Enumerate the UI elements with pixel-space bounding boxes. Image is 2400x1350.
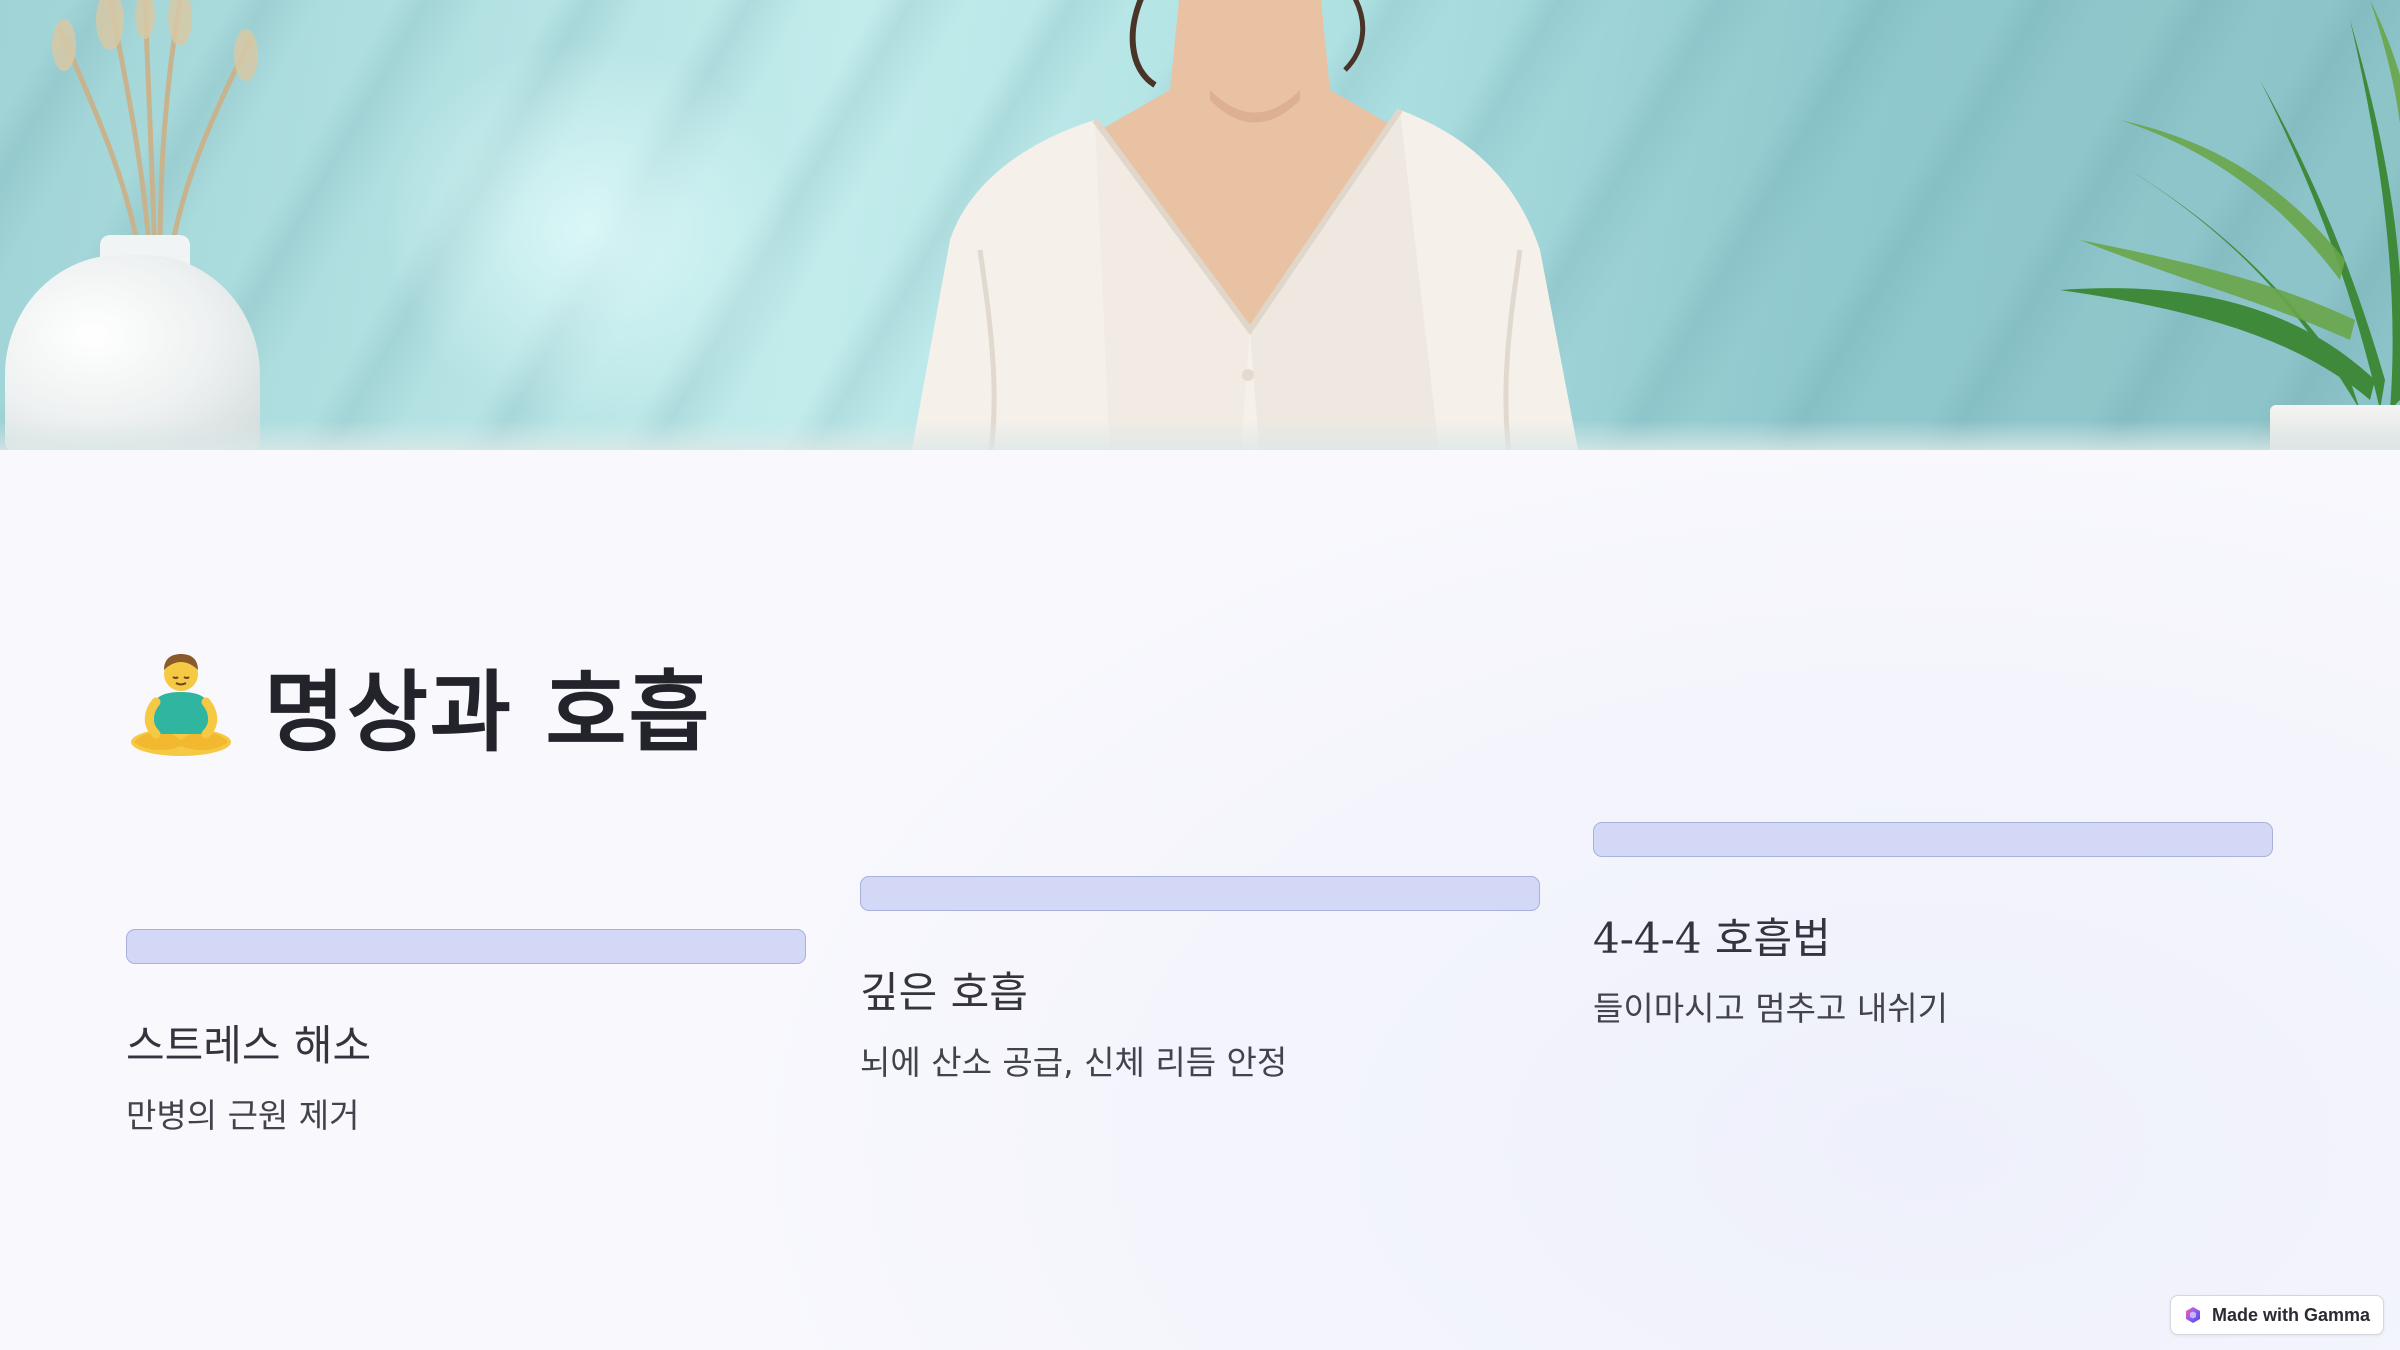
made-with-gamma-badge[interactable]: Made with Gamma	[2170, 1295, 2384, 1335]
slide-heading: 명상과 호흡	[126, 640, 711, 770]
wall-light	[380, 40, 800, 420]
hero-photo	[0, 0, 2400, 450]
step-description: 만병의 근원 제거	[126, 1096, 360, 1135]
step-card-deep-breathing: 깊은 호흡 뇌에 산소 공급, 신체 리듬 안정	[860, 876, 1540, 1085]
step-title: 깊은 호흡	[860, 968, 1028, 1017]
step-card-stress-relief: 스트레스 해소 만병의 근원 제거	[126, 929, 806, 1138]
meditating-woman	[911, 0, 1579, 450]
dried-flowers	[52, 0, 258, 260]
step-description: 들이마시고 멈추고 내쉬기	[1593, 989, 1948, 1028]
step-title: 4-4-4 호흡법	[1593, 914, 1831, 963]
step-bar	[1593, 822, 2273, 857]
step-card-444-breathing: 4-4-4 호흡법 들이마시고 멈추고 내쉬기	[1593, 822, 2273, 1031]
page-title: 명상과 호흡	[264, 659, 712, 764]
palm-plant	[2060, 0, 2400, 410]
step-bar	[860, 876, 1540, 911]
badge-label: Made with Gamma	[2211, 1304, 2371, 1325]
step-description: 뇌에 산소 공급, 신체 리듬 안정	[860, 1043, 1288, 1082]
floor-line	[0, 420, 2400, 450]
step-title: 스트레스 해소	[126, 1021, 372, 1070]
meditating-person-emoji-icon	[131, 654, 231, 756]
gamma-logo-icon	[2185, 1307, 2200, 1323]
step-bar	[126, 929, 806, 964]
slide: 명상과 호흡 스트레스 해소 만병의 근원 제거 깊은 호흡 뇌에 산소 공급,…	[0, 0, 2400, 1350]
